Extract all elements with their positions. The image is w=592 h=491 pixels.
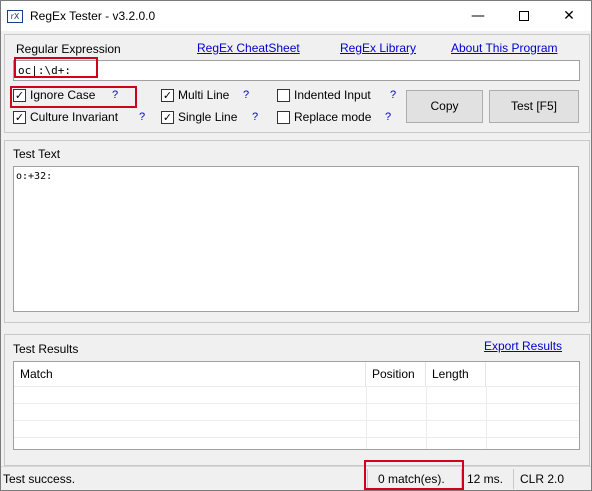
elapsed-time: 12 ms.	[467, 472, 504, 486]
check-icon: ✓	[161, 111, 174, 124]
ignore-case-checkbox[interactable]: ✓ Ignore Case ?	[13, 88, 133, 104]
regex-input[interactable]	[13, 60, 580, 81]
grid-column-line	[426, 386, 427, 449]
unchecked-box-icon	[277, 89, 290, 102]
replace-mode-help[interactable]: ?	[385, 111, 391, 123]
about-link[interactable]: About This Program	[451, 41, 558, 55]
maximize-icon	[519, 11, 529, 21]
test-button[interactable]: Test [F5]	[489, 90, 579, 123]
results-grid[interactable]: Match Position Length	[13, 361, 580, 450]
copy-button[interactable]: Copy	[406, 90, 483, 123]
multi-line-help[interactable]: ?	[243, 89, 249, 101]
test-text-area[interactable]	[13, 166, 579, 312]
test-text-label: Test Text	[13, 147, 61, 161]
close-button[interactable]: ✕	[546, 1, 592, 31]
grid-column-line	[366, 386, 367, 449]
status-bar: Test success. 0 match(es). 12 ms. CLR 2.…	[1, 466, 591, 490]
column-header-spare	[486, 362, 579, 386]
title-bar[interactable]: rX RegEx Tester - v3.2.0.0 — ✕	[1, 1, 591, 31]
column-header-position[interactable]: Position	[366, 362, 426, 386]
single-line-help[interactable]: ?	[252, 111, 258, 123]
indented-input-label: Indented Input	[294, 88, 371, 102]
status-separator	[461, 469, 462, 489]
window-title: RegEx Tester - v3.2.0.0	[30, 9, 156, 23]
grid-row-line	[14, 420, 579, 421]
check-icon: ✓	[13, 111, 26, 124]
culture-invariant-checkbox[interactable]: ✓ Culture Invariant ?	[13, 110, 153, 126]
regex-label: Regular Expression	[16, 42, 121, 56]
results-label: Test Results	[13, 342, 79, 356]
column-header-length[interactable]: Length	[426, 362, 486, 386]
grid-row-line	[14, 437, 579, 438]
multi-line-label: Multi Line	[178, 88, 230, 102]
regex-tester-window: rX RegEx Tester - v3.2.0.0 — ✕ Regular E…	[0, 0, 592, 491]
replace-mode-label: Replace mode	[294, 110, 372, 124]
status-separator	[367, 469, 368, 489]
library-link[interactable]: RegEx Library	[340, 41, 416, 55]
culture-invariant-help[interactable]: ?	[139, 111, 145, 123]
minimize-button[interactable]: —	[455, 1, 501, 31]
ignore-case-label: Ignore Case	[30, 88, 96, 102]
maximize-button[interactable]	[501, 1, 547, 31]
grid-column-line	[486, 386, 487, 449]
status-separator	[513, 469, 514, 489]
export-results-link[interactable]: Export Results	[484, 339, 562, 353]
multi-line-checkbox[interactable]: ✓ Multi Line ?	[161, 88, 261, 104]
single-line-checkbox[interactable]: ✓ Single Line ?	[161, 110, 271, 126]
ignore-case-help[interactable]: ?	[112, 89, 118, 101]
indented-input-checkbox[interactable]: Indented Input ?	[277, 88, 402, 104]
indented-input-help[interactable]: ?	[390, 89, 396, 101]
cheatsheet-link[interactable]: RegEx CheatSheet	[197, 41, 300, 55]
replace-mode-checkbox[interactable]: Replace mode ?	[277, 110, 402, 126]
grid-row-line	[14, 403, 579, 404]
single-line-label: Single Line	[178, 110, 238, 124]
check-icon: ✓	[161, 89, 174, 102]
status-message: Test success.	[3, 472, 76, 486]
clr-version: CLR 2.0	[520, 472, 565, 486]
match-count: 0 match(es).	[378, 472, 445, 486]
culture-invariant-label: Culture Invariant	[30, 110, 119, 124]
check-icon: ✓	[13, 89, 26, 102]
unchecked-box-icon	[277, 111, 290, 124]
column-header-match[interactable]: Match	[14, 362, 366, 386]
app-icon: rX	[7, 10, 23, 23]
grid-row-line	[14, 386, 579, 387]
